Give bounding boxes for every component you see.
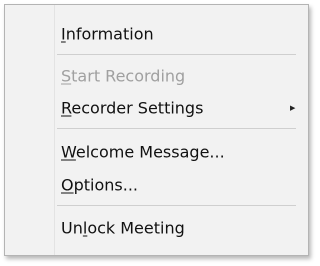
menu-item-welcome-message-label: Welcome Message...	[61, 142, 225, 162]
menu-item-unlock-meeting[interactable]: Unlock Meeting	[5, 213, 308, 243]
menu-separator	[57, 205, 296, 206]
menu-item-recorder-settings-label: Recorder Settings	[61, 98, 204, 118]
submenu-arrow-icon: ▶	[290, 104, 296, 112]
menu-item-start-recording-label: Start Recording	[61, 66, 186, 86]
menu-item-information-label: Information	[61, 24, 154, 44]
menu-item-recorder-settings[interactable]: Recorder Settings ▶	[5, 93, 308, 123]
menu-item-unlock-meeting-label: Unlock Meeting	[61, 218, 185, 238]
menu-separator	[57, 128, 296, 129]
menu-item-start-recording: Start Recording	[5, 61, 308, 91]
context-menu: Information Start Recording Recorder Set…	[4, 4, 309, 256]
menu-item-information[interactable]: Information	[5, 19, 308, 49]
menu-item-options-label: Options...	[61, 175, 138, 195]
menu-item-welcome-message[interactable]: Welcome Message...	[5, 137, 308, 167]
menu-separator	[57, 54, 296, 55]
menu-item-options[interactable]: Options...	[5, 170, 308, 200]
